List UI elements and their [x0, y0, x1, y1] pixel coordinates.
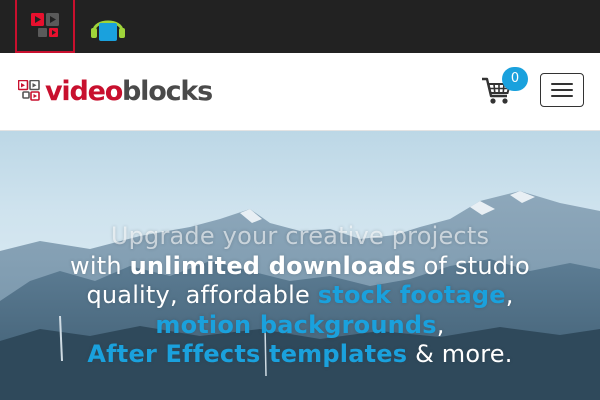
hero-banner: Upgrade your creative projects with unli…: [0, 131, 600, 400]
site-switcher-bar: [0, 0, 600, 53]
site-tab-audioblocks[interactable]: [78, 0, 138, 53]
hero-line-5: After Effects templates & more.: [87, 340, 513, 368]
hamburger-icon: [551, 83, 573, 85]
hero-line-3: quality, affordable stock footage,: [86, 281, 514, 309]
menu-toggle-button[interactable]: [540, 73, 584, 107]
headphones-icon: [91, 20, 125, 41]
hero-line-4: motion backgrounds,: [155, 310, 445, 339]
site-tab-videoblocks[interactable]: [15, 0, 75, 53]
logo-wordmark: videoblocks: [45, 75, 213, 107]
stock-footage-link[interactable]: stock footage: [318, 281, 506, 309]
after-effects-templates-link[interactable]: After Effects templates: [87, 340, 407, 368]
logo-mark-icon: [18, 80, 40, 101]
hero-line-1: Upgrade your creative projects: [110, 222, 490, 250]
cart-count-badge: 0: [502, 67, 528, 91]
videoblocks-logo[interactable]: videoblocks: [18, 74, 213, 108]
hero-headline: Upgrade your creative projects with unli…: [0, 222, 600, 370]
hero-line-2: with unlimited downloads of studio: [70, 251, 530, 280]
motion-backgrounds-link[interactable]: motion backgrounds: [155, 311, 436, 339]
videoblocks-icon: [31, 12, 59, 37]
